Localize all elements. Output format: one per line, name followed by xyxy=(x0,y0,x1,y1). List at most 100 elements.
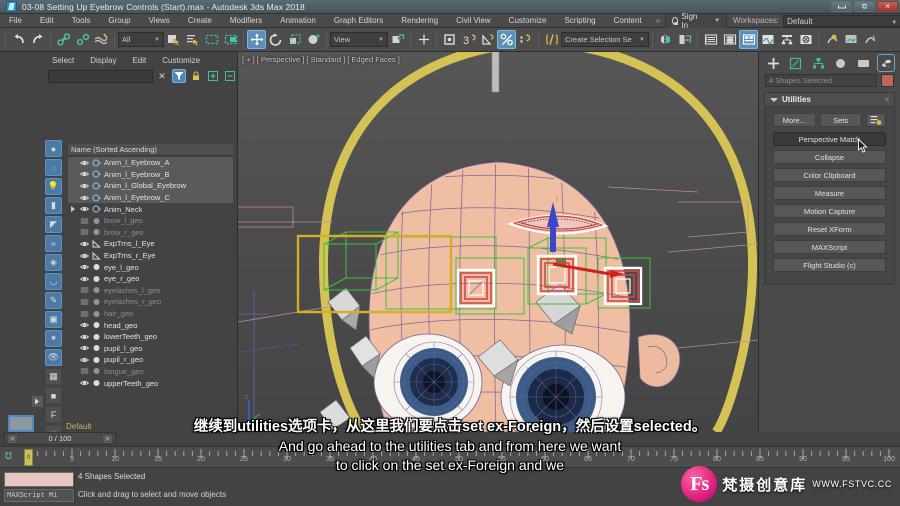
utility-button[interactable]: Motion Capture xyxy=(773,204,886,218)
utilities-tab[interactable] xyxy=(876,54,895,72)
helpers-icon[interactable]: ◤ xyxy=(45,216,62,233)
explorer-row[interactable]: pupil_r_geo xyxy=(68,354,233,366)
next-frame-button[interactable]: > xyxy=(102,433,113,444)
bones-icon[interactable]: ◡ xyxy=(45,273,62,290)
menu-civil-view[interactable]: Civil View xyxy=(447,14,500,28)
create-tab[interactable] xyxy=(765,55,781,71)
unlink-selection-icon[interactable] xyxy=(73,30,92,49)
utility-button[interactable]: Measure xyxy=(773,186,886,200)
sets-button[interactable]: Sets xyxy=(819,113,862,127)
modify-tab[interactable] xyxy=(788,55,804,71)
explorer-row[interactable]: ExpTrns_r_Eye xyxy=(68,250,233,262)
menu-tools[interactable]: Tools xyxy=(63,14,100,28)
scene-explorer-icon[interactable] xyxy=(720,30,739,49)
explorer-row[interactable]: pupil_l_geo xyxy=(68,343,233,355)
shapes-icon[interactable]: ◌ xyxy=(45,159,62,176)
containers-icon[interactable]: ▣ xyxy=(45,311,62,328)
hidden-icon[interactable] xyxy=(80,286,89,294)
cameras-icon[interactable]: ▮ xyxy=(45,197,62,214)
visibility-eye-icon[interactable] xyxy=(80,194,89,202)
visibility-eye-icon[interactable] xyxy=(80,240,89,248)
explorer-row[interactable]: Anim_l_Eyebrow_B xyxy=(68,168,233,181)
explorer-row[interactable]: head_geo xyxy=(68,319,233,331)
visibility-eye-icon[interactable] xyxy=(80,159,89,167)
rendered-frame-window-icon[interactable] xyxy=(841,30,860,49)
named-selection-sets-field[interactable]: Create Selection Se ▼ xyxy=(561,32,649,47)
groups-icon[interactable]: ✶ xyxy=(45,330,62,347)
visibility-eye-icon[interactable] xyxy=(80,275,89,283)
lights-icon[interactable]: 💡 xyxy=(45,178,62,195)
viewport-label[interactable]: [ + ] [ Perspective ] [ Standard ] [ Edg… xyxy=(242,55,400,64)
object-name-field[interactable]: 4 Shapes Selected xyxy=(765,74,877,87)
object-color-swatch[interactable] xyxy=(881,74,894,87)
visibility-eye-icon[interactable] xyxy=(80,379,89,387)
explorer-row[interactable]: Anim_l_Global_Eyebrow xyxy=(68,180,233,192)
more-button[interactable]: More... xyxy=(773,113,816,127)
explorer-row[interactable]: tongue_geo xyxy=(68,366,233,378)
restore-icon[interactable]: ⧉ xyxy=(854,1,875,12)
select-and-place-icon[interactable] xyxy=(304,30,323,49)
menu-rendering[interactable]: Rendering xyxy=(392,14,447,28)
menu-group[interactable]: Group xyxy=(99,14,139,28)
explorer-menu-edit[interactable]: Edit xyxy=(124,56,154,65)
hierarchy-tab[interactable] xyxy=(810,55,826,71)
render-setup-icon[interactable] xyxy=(822,30,841,49)
menu-create[interactable]: Create xyxy=(179,14,221,28)
workspaces-value[interactable]: Default ▼ xyxy=(783,14,900,27)
maxscript-mini-listener[interactable]: MAXScript Mi xyxy=(4,489,74,502)
menu-graph-editors[interactable]: Graph Editors xyxy=(325,14,392,28)
visibility-eye-icon[interactable] xyxy=(80,356,89,364)
menu-modifiers[interactable]: Modifiers xyxy=(221,14,271,28)
hidden-icon[interactable] xyxy=(80,228,89,236)
visibility-eye-icon[interactable] xyxy=(80,333,89,341)
explorer-row[interactable]: ExpTrns_l_Eye xyxy=(68,238,233,250)
utility-button[interactable]: MAXScript xyxy=(773,240,886,254)
utility-button[interactable]: Perspective Match xyxy=(773,132,886,146)
explorer-row[interactable]: Anim_l_Eyebrow_A xyxy=(68,157,233,169)
use-pivot-point-center-icon[interactable] xyxy=(388,30,407,49)
toggle-ribbon-icon[interactable] xyxy=(739,30,758,49)
display-tab[interactable] xyxy=(855,55,871,71)
menu-edit[interactable]: Edit xyxy=(31,14,63,28)
percent-snap-toggle-icon[interactable] xyxy=(497,30,516,49)
hidden-icon[interactable] xyxy=(80,217,89,225)
layer-icon[interactable]: F xyxy=(45,406,62,423)
expand-all-icon[interactable] xyxy=(206,69,220,83)
hidden-icon[interactable] xyxy=(80,298,89,306)
frozen-icon[interactable]: ▦ xyxy=(45,368,62,385)
undo-icon[interactable] xyxy=(9,30,28,49)
select-and-link-icon[interactable] xyxy=(54,30,73,49)
explorer-row[interactable]: brow_r_geo xyxy=(68,227,233,239)
particles-icon[interactable]: ◈ xyxy=(45,254,62,271)
current-frame-field[interactable]: < 0 / 100 > xyxy=(4,432,116,445)
utility-button[interactable]: Collapse xyxy=(773,150,886,164)
minimize-icon[interactable] xyxy=(831,1,852,12)
visibility-eye-icon[interactable] xyxy=(80,170,89,178)
hidden-icon[interactable]: ■ xyxy=(45,387,62,404)
explorer-row[interactable]: eyelashes_l_geo xyxy=(68,285,233,297)
explorer-row[interactable]: Anim_Neck xyxy=(68,203,233,215)
explorer-row[interactable]: eyelashes_r_geo xyxy=(68,296,233,308)
close-icon[interactable]: ✕ xyxy=(877,1,898,12)
selection-filter[interactable]: All ▼ xyxy=(118,32,164,47)
menu-file[interactable]: File xyxy=(0,14,31,28)
explorer-menu-customize[interactable]: Customize xyxy=(154,56,208,65)
reference-coordinate-system[interactable]: View ▼ xyxy=(330,32,388,47)
prev-frame-button[interactable]: < xyxy=(7,433,18,444)
snaps-toggle-3-icon[interactable]: 3 xyxy=(459,30,478,49)
hidden-icon[interactable] xyxy=(80,367,89,375)
space-warps-icon[interactable]: ≈ xyxy=(45,235,62,252)
visibility-eye-icon[interactable] xyxy=(80,182,89,190)
align-icon[interactable] xyxy=(675,30,694,49)
mirror-icon[interactable] xyxy=(656,30,675,49)
explorer-menu-select[interactable]: Select xyxy=(44,56,82,65)
sign-in-button[interactable]: Sign In ▼ xyxy=(665,12,728,30)
render-production-icon[interactable] xyxy=(860,30,879,49)
explorer-row[interactable]: upperTeeth_geo xyxy=(68,377,233,389)
angle-snap-toggle-icon[interactable] xyxy=(478,30,497,49)
utilities-rollout-header[interactable]: Utilities ✕ xyxy=(765,93,894,107)
ik-icon[interactable]: ✎ xyxy=(45,292,62,309)
select-by-name-icon[interactable] xyxy=(183,30,202,49)
geometry-icon[interactable]: ● xyxy=(45,140,62,157)
panel-expand-icon[interactable] xyxy=(32,396,43,407)
